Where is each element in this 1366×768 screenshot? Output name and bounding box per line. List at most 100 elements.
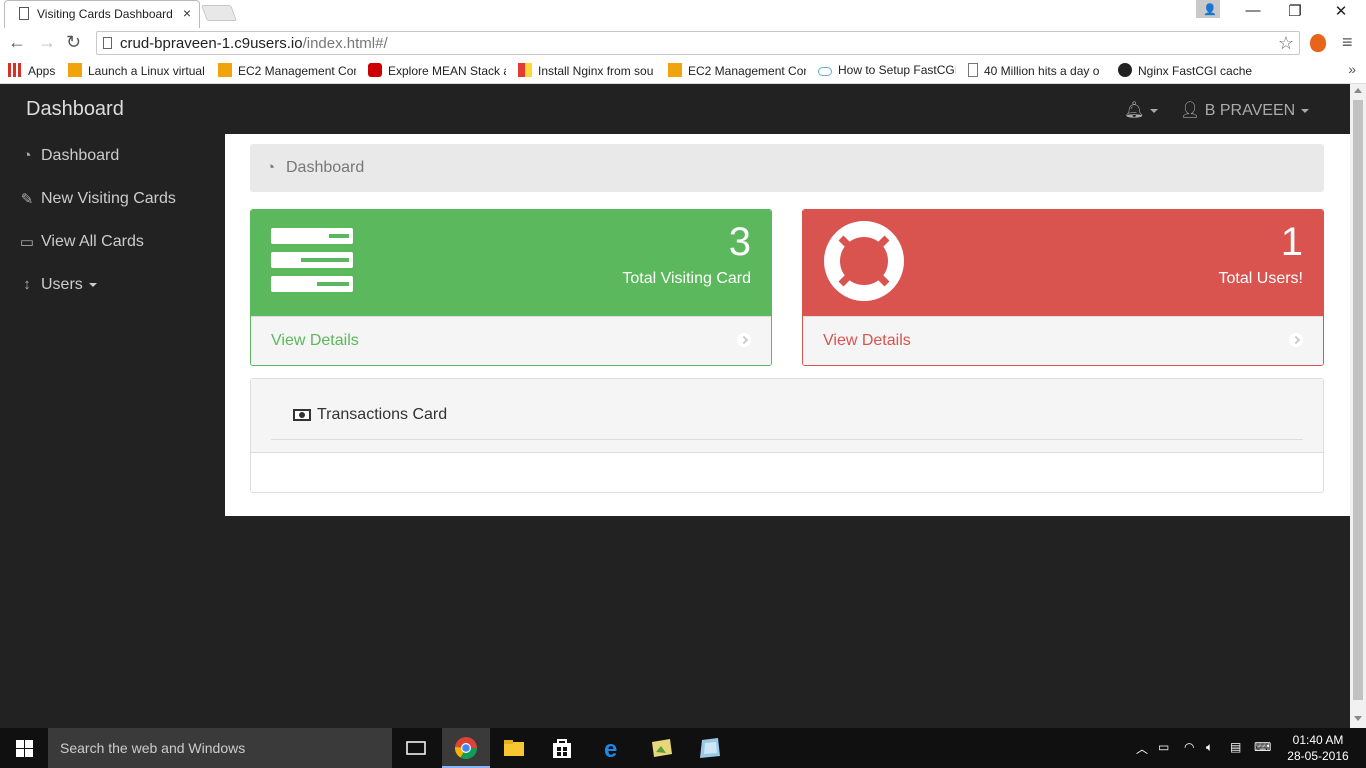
caret-down-icon (1301, 108, 1310, 113)
windows-taskbar: Search the web and Windows e ︿ ▭ ◠ 🔈︎ ▤ … (0, 728, 1366, 768)
view-details-link[interactable]: View Details (251, 316, 771, 365)
bookmark-label: EC2 Management Con (238, 64, 356, 78)
user-icon: 👤︎ (1180, 102, 1201, 119)
new-tab-button[interactable] (201, 5, 237, 21)
extension-icon[interactable] (1310, 34, 1326, 52)
clock-time: 01:40 AM (1292, 733, 1344, 747)
url-text: crud-bpraveen-1.c9users.io/index.html#/ (120, 35, 388, 52)
maximize-button[interactable]: ❐ (1272, 2, 1318, 20)
windows-start-icon[interactable] (0, 728, 48, 768)
bookmark-label: Install Nginx from sou (538, 64, 654, 78)
minimize-button[interactable]: — (1230, 2, 1276, 19)
battery-icon[interactable]: ▭ (1158, 740, 1169, 754)
bookmark-label: How to Setup FastCGI (838, 63, 956, 77)
transactions-card-header: Transactions Card (251, 379, 1323, 453)
page-icon (968, 63, 978, 77)
sidebar-item-new-visiting-cards[interactable]: ✎ New Visiting Cards (0, 177, 225, 220)
bookmark-item[interactable]: Nginx FastCGI cache c (1118, 63, 1256, 78)
panel-heading: 3 Total Visiting Card (251, 210, 771, 316)
bookmarks-overflow-icon[interactable]: » (1348, 61, 1356, 77)
navbar-brand[interactable]: Dashboard (26, 98, 124, 121)
money-icon (293, 409, 311, 421)
sidebar-item-label: View All Cards (41, 232, 144, 250)
bookmark-label: Apps (28, 64, 56, 78)
breadcrumb: ◔ Dashboard (250, 144, 1324, 192)
visiting-card-label: Total Visiting Card (622, 270, 751, 287)
close-window-button[interactable]: ✕ (1318, 2, 1364, 20)
bookmark-item[interactable]: Install Nginx from sou (518, 63, 656, 78)
aws-cube-icon (668, 63, 682, 77)
forward-icon[interactable]: → (38, 32, 56, 53)
transactions-card: Transactions Card (250, 378, 1324, 493)
store-icon[interactable] (550, 736, 574, 760)
bookmark-item[interactable]: EC2 Management Con (218, 63, 356, 78)
sidebar-item-users[interactable]: ↕ Users (0, 263, 225, 306)
vertical-arrows-icon: ↕ (23, 276, 31, 293)
bell-icon: 🔔︎ (1124, 102, 1145, 119)
scroll-down-icon[interactable] (1354, 716, 1362, 721)
clock-date: 28-05-2016 (1287, 749, 1349, 763)
back-icon[interactable]: ← (8, 32, 26, 53)
cloud-icon (818, 67, 832, 76)
transactions-card-title: Transactions Card (317, 406, 448, 423)
bookmark-label: Nginx FastCGI cache c (1138, 64, 1256, 78)
tab-close-icon[interactable]: × (183, 5, 191, 21)
divider (271, 439, 1303, 440)
aws-cube-icon (218, 63, 232, 77)
bookmark-item[interactable]: EC2 Management Con (668, 63, 806, 78)
app-viewport: Dashboard 🔔︎ 👤︎ B PRAVEEN ◔ Dashboard ✎ … (0, 84, 1366, 728)
bookmarks-bar: Apps Launch a Linux virtual EC2 Manageme… (0, 58, 1366, 84)
show-hidden-icons-icon[interactable]: ︿ (1136, 740, 1148, 757)
url-path: /index.html#/ (302, 35, 388, 52)
address-bar[interactable]: crud-bpraveen-1.c9users.io/index.html#/ … (96, 31, 1300, 55)
apps-grid-icon (8, 63, 22, 77)
volume-mute-icon[interactable]: 🔈︎ (1206, 740, 1213, 755)
caret-down-icon (1150, 108, 1159, 113)
scrollbar-thumb[interactable] (1353, 100, 1363, 700)
user-profile-icon[interactable]: 👤 (1196, 0, 1220, 18)
chrome-icon[interactable] (454, 736, 478, 760)
wifi-icon[interactable]: ◠ (1184, 740, 1194, 754)
tab-title: Visiting Cards Dashboard (37, 7, 173, 21)
view-details-link[interactable]: View Details (803, 316, 1323, 365)
action-center-icon[interactable]: ▤ (1230, 740, 1241, 754)
sidebar-item-view-all-cards[interactable]: ▭ View All Cards (0, 220, 225, 263)
browser-tab-strip: Visiting Cards Dashboard × 👤 — ❐ ✕ (0, 0, 1366, 28)
reload-icon[interactable]: ↻ (66, 32, 81, 53)
bookmark-item[interactable]: How to Setup FastCGI (818, 63, 956, 77)
visiting-card-count: 3 (728, 220, 751, 264)
bookmark-apps[interactable]: Apps (8, 63, 62, 78)
taskbar-search-input[interactable]: Search the web and Windows (48, 728, 392, 768)
bookmark-star-icon[interactable]: ☆ (1278, 33, 1294, 54)
page-icon (103, 37, 112, 49)
sidebar-item-label: Users (41, 275, 83, 293)
task-view-icon[interactable] (404, 736, 428, 760)
dashboard-icon: ◔ (266, 159, 276, 176)
system-clock[interactable]: 01:40 AM 28-05-2016 (1286, 732, 1350, 764)
page-scrollbar[interactable] (1350, 84, 1366, 728)
user-count-label: Total Users! (1218, 270, 1303, 287)
browser-tab[interactable]: Visiting Cards Dashboard × (4, 0, 200, 28)
sidebar-item-dashboard[interactable]: ◔ Dashboard (0, 134, 225, 177)
page-icon (19, 7, 29, 20)
arrow-circle-right-icon (737, 333, 751, 347)
scroll-up-icon[interactable] (1354, 88, 1362, 93)
sidebar: ◔ Dashboard ✎ New Visiting Cards ▭ View … (0, 134, 225, 306)
edge-icon[interactable]: e (602, 736, 626, 763)
user-name: B PRAVEEN (1204, 102, 1296, 119)
bookmark-item[interactable]: Explore MEAN Stack a (368, 63, 506, 78)
taskbar-search-placeholder: Search the web and Windows (60, 740, 246, 756)
keyboard-icon[interactable]: ⌨︎ (1254, 740, 1271, 754)
breadcrumb-label: Dashboard (286, 159, 365, 176)
user-count: 1 (1280, 220, 1303, 264)
photos-icon[interactable] (650, 736, 674, 760)
bookmark-item[interactable]: 40 Million hits a day o (968, 63, 1106, 78)
user-dropdown[interactable]: 👤︎ B PRAVEEN (1180, 100, 1310, 120)
file-explorer-icon[interactable] (502, 736, 526, 760)
notifications-dropdown[interactable]: 🔔︎ (1124, 100, 1159, 120)
bookmark-item[interactable]: Launch a Linux virtual (68, 63, 206, 78)
users-panel: 1 Total Users! View Details (802, 209, 1324, 366)
app-icon[interactable] (698, 736, 722, 760)
browser-menu-icon[interactable]: ≡ (1342, 32, 1353, 53)
youtube-icon (368, 63, 382, 77)
